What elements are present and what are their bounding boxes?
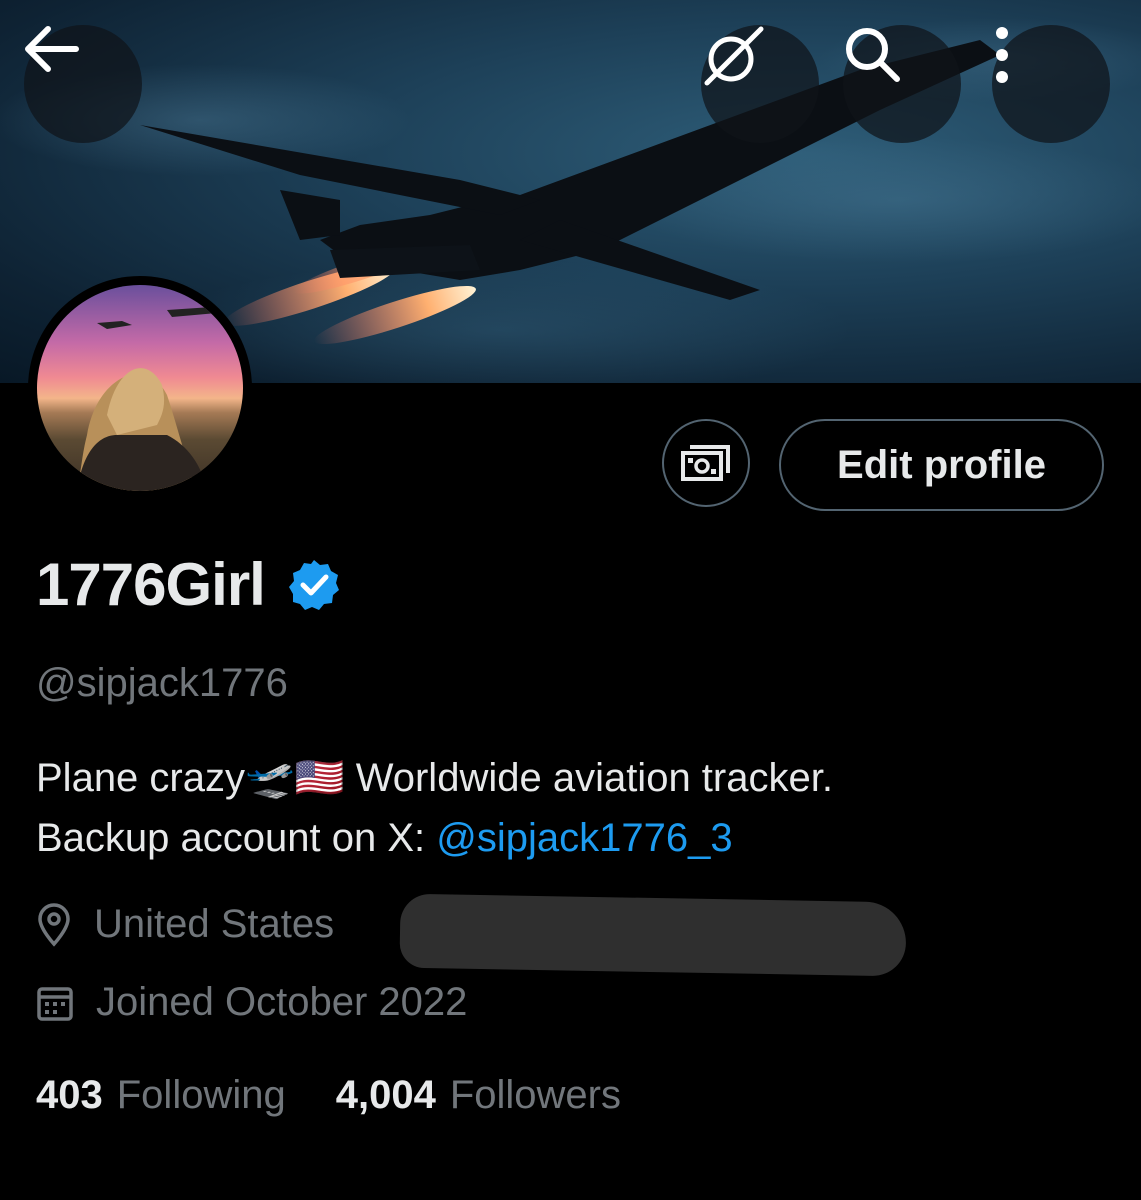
bio-mention-link[interactable]: @sipjack1776_3 bbox=[436, 816, 732, 860]
profile-avatar[interactable] bbox=[28, 276, 252, 500]
back-button[interactable] bbox=[24, 25, 142, 143]
edit-profile-button[interactable]: Edit profile bbox=[779, 419, 1104, 511]
verified-badge-icon[interactable] bbox=[287, 558, 341, 612]
grok-button[interactable] bbox=[701, 25, 819, 143]
location-text: United States bbox=[94, 902, 335, 946]
joined-text: Joined October 2022 bbox=[96, 980, 468, 1024]
avatar-image bbox=[37, 285, 243, 491]
profile-bio: Plane crazy🛫🇺🇸 Worldwide aviation tracke… bbox=[36, 748, 833, 868]
bio-line-1: Plane crazy🛫🇺🇸 Worldwide aviation tracke… bbox=[36, 756, 833, 800]
followers-label: Followers bbox=[449, 1073, 621, 1117]
location-pin-icon bbox=[38, 902, 70, 947]
bio-line-2-text: Backup account on X: bbox=[36, 816, 437, 860]
money-icon bbox=[681, 445, 730, 481]
search-icon bbox=[846, 28, 900, 82]
more-options-button[interactable] bbox=[992, 25, 1110, 143]
followers-count: 4,004 bbox=[335, 1073, 436, 1117]
calendar-icon bbox=[37, 986, 73, 1021]
profile-handle: @sipjack1776 bbox=[36, 661, 288, 705]
display-name: 1776Girl bbox=[36, 551, 266, 618]
following-label: Following bbox=[116, 1073, 286, 1117]
following-link[interactable]: 403 Following bbox=[36, 1073, 286, 1118]
redacted-link bbox=[399, 893, 907, 977]
search-button[interactable] bbox=[843, 25, 961, 143]
followers-link[interactable]: 4,004 Followers bbox=[336, 1073, 621, 1118]
joined-row: Joined October 2022 bbox=[36, 980, 467, 1025]
bio-line-2: Backup account on X: @sipjack1776_3 bbox=[36, 808, 833, 868]
grok-icon bbox=[704, 26, 764, 86]
following-count: 403 bbox=[36, 1073, 103, 1117]
more-vertical-icon bbox=[996, 27, 1008, 83]
wallet-button[interactable] bbox=[662, 419, 750, 507]
follow-stats: 403 Following 4,004 Followers bbox=[36, 1073, 671, 1118]
location-row: United States bbox=[36, 902, 334, 947]
name-row: 1776Girl bbox=[36, 550, 341, 619]
arrow-left-icon bbox=[25, 26, 79, 72]
